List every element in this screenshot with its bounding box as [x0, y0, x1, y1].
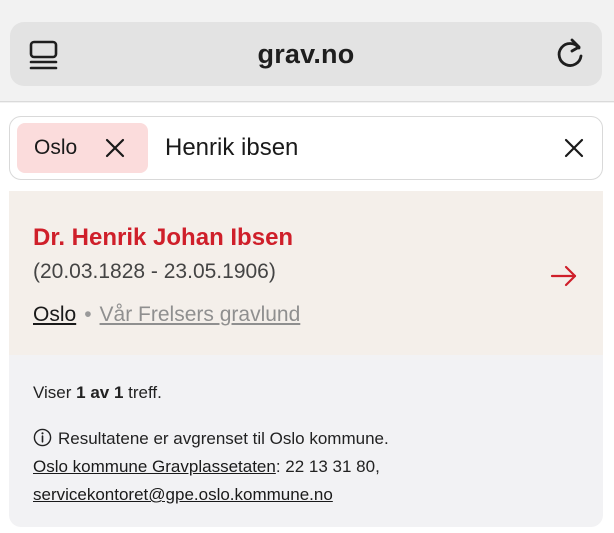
close-icon[interactable] [103, 136, 127, 160]
cemetery-link[interactable]: Vår Frelsers gravlund [100, 303, 301, 326]
result-info-panel: Viser 1 av 1 treff. Resultatene er avgre… [9, 355, 603, 527]
result-name[interactable]: Dr. Henrik Johan Ibsen [33, 224, 293, 252]
email-link[interactable]: servicekontoret@gpe.oslo.kommune.no [33, 485, 333, 504]
reload-icon[interactable] [552, 36, 588, 72]
scope-notice: Resultatene er avgrenset til Oslo kommun… [33, 425, 389, 509]
agency-link[interactable]: Oslo kommune Gravplassetaten [33, 457, 276, 476]
result-dates: (20.03.1828 - 23.05.1906) [33, 260, 276, 283]
search-result-card[interactable]: Dr. Henrik Johan Ibsen (20.03.1828 - 23.… [9, 191, 603, 355]
result-location: Oslo • Vår Frelsers gravlund [33, 303, 300, 327]
domain-label[interactable]: grav.no [10, 39, 602, 70]
address-bar[interactable]: grav.no [10, 22, 602, 86]
scope-notice-text: Resultatene er avgrenset til Oslo kommun… [58, 429, 389, 448]
page-content: Oslo Henrik ibsen Dr. Henrik Johan Ibsen… [0, 103, 614, 533]
location-city-link[interactable]: Oslo [33, 303, 76, 326]
browser-toolbar: grav.no [0, 0, 614, 102]
search-input[interactable]: Henrik ibsen [165, 134, 298, 162]
close-icon[interactable] [562, 136, 586, 160]
search-box[interactable]: Oslo Henrik ibsen [9, 116, 603, 180]
location-separator: • [84, 303, 92, 326]
agency-phone: : 22 13 31 80, [275, 457, 380, 476]
info-icon [33, 428, 52, 447]
filter-chip-label: Oslo [34, 136, 78, 159]
arrow-right-icon[interactable] [549, 261, 579, 291]
filter-chip[interactable]: Oslo [17, 123, 148, 173]
result-count: Viser 1 av 1 treff. [33, 383, 162, 402]
